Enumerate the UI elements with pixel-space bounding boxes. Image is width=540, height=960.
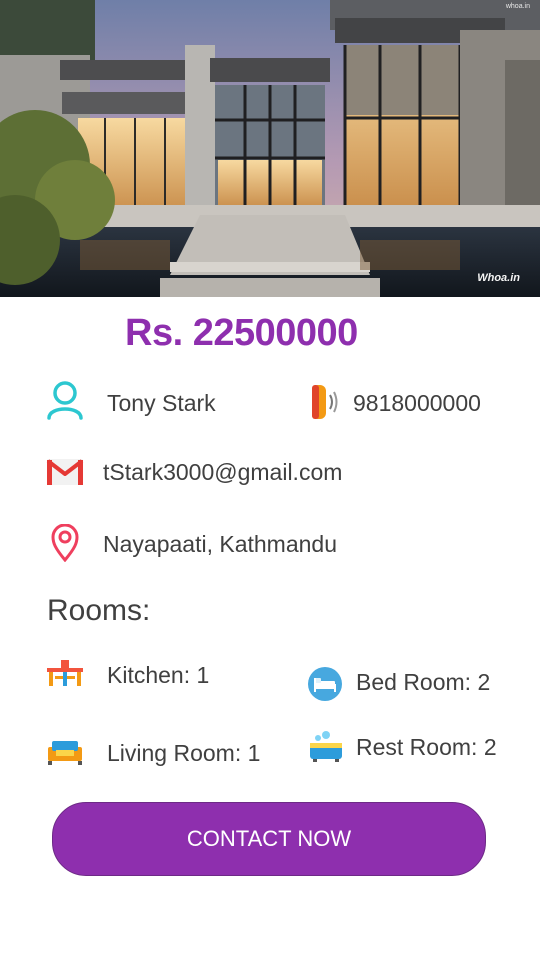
house-photo (0, 0, 540, 297)
watermark: Whoa.in (477, 272, 520, 284)
price: Rs. 22500000 (125, 312, 358, 354)
watermark-small: whoa.in (505, 3, 530, 10)
person-icon (46, 380, 84, 425)
sofa-icon (46, 737, 84, 772)
email-address[interactable]: tStark3000@gmail.com (103, 459, 342, 486)
property-image: whoa.in Whoa.in (0, 0, 540, 297)
room-bedroom: Bed Room: 2 (356, 669, 491, 695)
room-kitchen: Kitchen: 1 (107, 662, 210, 688)
room-living: Living Room: 1 (107, 740, 261, 766)
phone-icon[interactable] (308, 383, 344, 426)
room-restroom: Rest Room: 2 (356, 734, 497, 760)
bathtub-icon (309, 729, 343, 768)
owner-name: Tony Stark (107, 390, 216, 416)
location-pin-icon (51, 523, 79, 567)
phone-number[interactable]: 9818000000 (353, 390, 481, 417)
contact-now-button[interactable]: CONTACT NOW (52, 802, 486, 876)
gmail-icon (46, 457, 84, 492)
bed-icon (307, 666, 343, 707)
kitchen-icon (46, 660, 84, 693)
location: Nayapaati, Kathmandu (103, 531, 337, 557)
rooms-heading: Rooms: (47, 594, 151, 627)
